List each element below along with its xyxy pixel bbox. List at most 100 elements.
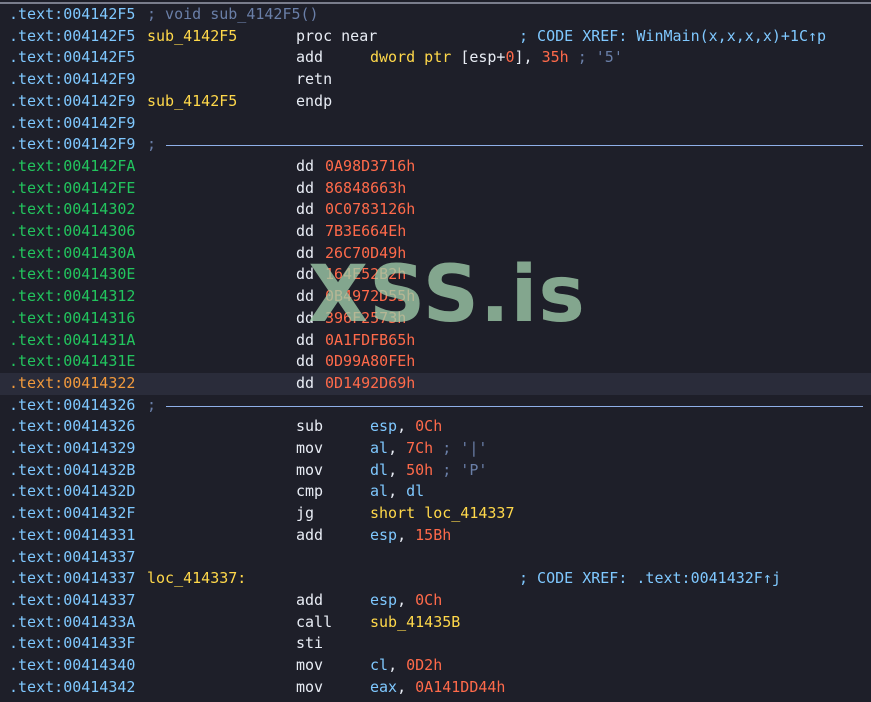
mnemonic[interactable]: sub (296, 416, 323, 438)
mnemonic[interactable]: dd (296, 243, 314, 265)
mnemonic[interactable]: dd (296, 199, 314, 221)
operands[interactable]: esp, 0Ch (370, 590, 442, 612)
data-value[interactable]: 7B3E664Eh (325, 221, 406, 243)
data-value[interactable]: 164E52B2h (325, 264, 406, 286)
data-value[interactable]: 0D99A80FEh (325, 351, 415, 373)
listing-row[interactable]: .text:00414322 dd 0D1492D69h (0, 372, 871, 395)
mnemonic[interactable]: mov (296, 677, 323, 699)
address[interactable]: .text:004142F9 (9, 69, 135, 91)
address[interactable]: .text:00414340 (9, 655, 135, 677)
listing-row[interactable]: .text:00414302 dd 0C0783126h (0, 199, 871, 221)
mnemonic[interactable]: add (296, 590, 323, 612)
mnemonic[interactable]: dd (296, 156, 314, 178)
address[interactable]: .text:004142F9 (9, 134, 135, 156)
mnemonic[interactable]: dd (296, 264, 314, 286)
address[interactable]: .text:00414322 (9, 373, 135, 395)
address[interactable]: .text:00414316 (9, 308, 135, 330)
listing-row[interactable]: .text:00414337 (0, 547, 871, 569)
listing-row[interactable]: .text:0041433F sti (0, 633, 871, 655)
operands[interactable]: eax, 0A141DD44h (370, 677, 505, 699)
listing-row[interactable]: .text:00414337 loc_414337: ; CODE XREF: .t… (0, 568, 871, 590)
label[interactable]: sub_4142F5 (147, 26, 237, 48)
operands[interactable]: esp, 15Bh (370, 525, 451, 547)
mnemonic[interactable]: mov (296, 655, 323, 677)
data-value[interactable]: 0A98D3716h (325, 156, 415, 178)
address[interactable]: .text:00414337 (9, 547, 135, 569)
listing-row[interactable]: .text:00414329 mov al, 7Ch ; '|' (0, 438, 871, 460)
address[interactable]: .text:004142F5 (9, 4, 135, 26)
listing-row[interactable]: .text:00414306 dd 7B3E664Eh (0, 221, 871, 243)
operands[interactable]: al, dl (370, 481, 424, 503)
label[interactable]: sub_4142F5 (147, 91, 237, 113)
address[interactable]: .text:0041431E (9, 351, 135, 373)
listing-row[interactable]: .text:0041430E dd 164E52B2h (0, 264, 871, 286)
listing-row[interactable]: .text:00414340 mov cl, 0D2h (0, 655, 871, 677)
listing-row[interactable]: .text:00414337 add esp, 0Ch (0, 590, 871, 612)
listing-row[interactable]: .text:00414342 mov eax, 0A141DD44h (0, 677, 871, 699)
data-value[interactable]: 26C70D49h (325, 243, 406, 265)
listing-row[interactable]: .text:0041431E dd 0D99A80FEh (0, 351, 871, 373)
address[interactable]: .text:0041430A (9, 243, 135, 265)
operands[interactable]: cl, 0D2h (370, 655, 442, 677)
mnemonic[interactable]: cmp (296, 481, 323, 503)
mnemonic[interactable]: dd (296, 221, 314, 243)
address[interactable]: .text:004142F9 (9, 91, 135, 113)
mnemonic[interactable]: retn (296, 69, 332, 91)
address[interactable]: .text:0041432B (9, 460, 135, 482)
operands[interactable]: dl, 50h ; 'P' (370, 460, 487, 482)
branch-target[interactable]: loc_414337 (424, 504, 514, 522)
listing-row[interactable]: .text:00414326 sub esp, 0Ch (0, 416, 871, 438)
address[interactable]: .text:00414331 (9, 525, 135, 547)
listing-row[interactable]: .text:00414326; (0, 395, 871, 417)
listing-row[interactable]: .text:00414331 add esp, 15Bh (0, 525, 871, 547)
listing-row[interactable]: .text:004142F9 retn (0, 69, 871, 91)
data-value[interactable]: 86848663h (325, 178, 406, 200)
mnemonic[interactable]: dd (296, 308, 314, 330)
listing-row[interactable]: .text:0041432B mov dl, 50h ; 'P' (0, 460, 871, 482)
address[interactable]: .text:0041432D (9, 481, 135, 503)
listing-row[interactable]: .text:0041431A dd 0A1FDFB65h (0, 330, 871, 352)
listing-row[interactable]: .text:004142F5 ; void sub_4142F5() (0, 4, 871, 26)
mnemonic[interactable]: endp (296, 91, 332, 113)
branch-target[interactable]: sub_41435B (370, 613, 460, 631)
address[interactable]: .text:00414306 (9, 221, 135, 243)
mnemonic[interactable]: add (296, 525, 323, 547)
address[interactable]: .text:00414337 (9, 590, 135, 612)
address[interactable]: .text:00414326 (9, 395, 135, 417)
listing-row[interactable]: .text:0041432D cmp al, dl (0, 481, 871, 503)
address[interactable]: .text:00414329 (9, 438, 135, 460)
address[interactable]: .text:004142FA (9, 156, 135, 178)
listing-row[interactable]: .text:004142F5 sub_4142F5 proc near ; CODE … (0, 26, 871, 48)
data-value[interactable]: 0A1FDFB65h (325, 330, 415, 352)
operands[interactable]: sub_41435B (370, 612, 460, 634)
address[interactable]: .text:0041433A (9, 612, 135, 634)
address[interactable]: .text:00414302 (9, 199, 135, 221)
mnemonic[interactable]: mov (296, 438, 323, 460)
listing-row[interactable]: .text:0041433A call sub_41435B (0, 612, 871, 634)
address[interactable]: .text:00414312 (9, 286, 135, 308)
address[interactable]: .text:004142F5 (9, 26, 135, 48)
mnemonic[interactable]: dd (296, 373, 314, 395)
address[interactable]: .text:004142F9 (9, 113, 135, 135)
listing-row[interactable]: .text:00414312 dd 0B4972D55h (0, 286, 871, 308)
listing-row[interactable]: .text:004142F9 (0, 113, 871, 135)
address[interactable]: .text:0041430E (9, 264, 135, 286)
listing-row[interactable]: .text:004142F9; (0, 134, 871, 156)
listing-row[interactable]: .text:0041432F jg short loc_414337 (0, 503, 871, 525)
listing-row[interactable]: .text:004142FA dd 0A98D3716h (0, 156, 871, 178)
mnemonic[interactable]: proc near (296, 26, 377, 48)
address[interactable]: .text:004142F5 (9, 47, 135, 69)
mnemonic[interactable]: add (296, 47, 323, 69)
listing-row[interactable]: .text:004142FE dd 86848663h (0, 178, 871, 200)
address[interactable]: .text:004142FE (9, 178, 135, 200)
data-value[interactable]: 0B4972D55h (325, 286, 415, 308)
code-xref-comment[interactable]: ; CODE XREF: .text:0041432F↑j (519, 568, 781, 590)
mnemonic[interactable]: jg (296, 503, 314, 525)
address[interactable]: .text:0041431A (9, 330, 135, 352)
listing-row[interactable]: .text:0041430A dd 26C70D49h (0, 243, 871, 265)
label[interactable]: loc_414337: (147, 568, 246, 590)
address[interactable]: .text:00414326 (9, 416, 135, 438)
operands[interactable]: dword ptr [esp+0], 35h ; '5' (370, 47, 623, 69)
mnemonic[interactable]: dd (296, 351, 314, 373)
mnemonic[interactable]: dd (296, 286, 314, 308)
